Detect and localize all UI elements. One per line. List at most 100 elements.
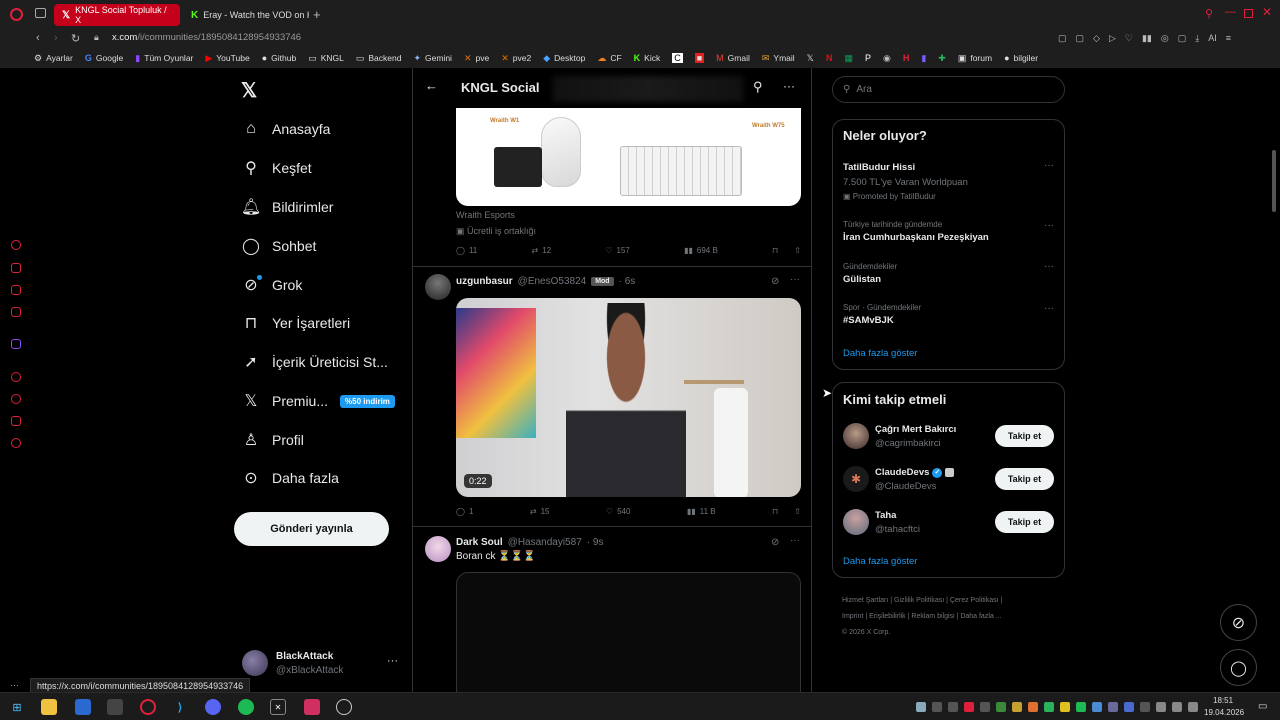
more-options-icon[interactable]: ··· — [783, 79, 795, 93]
x-logo-icon[interactable]: 𝕏 — [241, 78, 257, 103]
tray-icon[interactable] — [1012, 702, 1022, 712]
nav-grok[interactable]: ⊘ Grok — [240, 270, 302, 300]
back-arrow-icon[interactable]: ← — [425, 78, 438, 93]
bookmark-backend[interactable]: ▭ Backend — [356, 53, 402, 64]
author-name[interactable]: Dark Soul — [456, 537, 503, 548]
new-tab-button[interactable]: + — [313, 7, 321, 22]
tab-kick-vod[interactable]: K Eray - Watch the VOD on K — [183, 4, 309, 26]
minimize-button[interactable]: — — [1225, 6, 1236, 18]
trend-item[interactable]: Gündemdekiler Gülistan — [843, 262, 897, 285]
follow-name[interactable]: Taha — [875, 510, 896, 521]
views-button[interactable]: ▮▮ 694 B — [684, 246, 718, 255]
bookmark-unnamed-3[interactable]: P — [865, 53, 871, 63]
footer-link[interactable]: Çerez Politikası — [950, 597, 999, 604]
search-tabs-icon[interactable]: ⚲ — [1205, 7, 1213, 20]
show-more-follow-link[interactable]: Daha fazla göster — [843, 556, 917, 567]
reply-button[interactable]: ◯ 11 — [456, 246, 477, 255]
retweet-button[interactable]: ⇄ 15 — [530, 507, 550, 516]
app-icon[interactable] — [75, 699, 91, 715]
wallet-icon[interactable] — [11, 263, 21, 273]
wifi-icon[interactable] — [1156, 702, 1166, 712]
trend-more-icon[interactable]: ··· — [1044, 220, 1054, 231]
grok-icon[interactable]: ⊘ — [771, 537, 779, 548]
tweet-time[interactable]: · 9s — [587, 537, 604, 548]
bookmark-youtube[interactable]: ▶ YouTube — [205, 53, 249, 64]
wallet-icon[interactable]: ▢ — [1178, 33, 1187, 44]
easy-setup-icon[interactable]: ◎ — [1161, 33, 1169, 44]
trend-more-icon[interactable]: ··· — [1044, 160, 1054, 171]
footer-link[interactable]: Gizlilik Politikası — [894, 597, 944, 604]
footer-link[interactable]: Daha fazla ... — [960, 613, 1001, 620]
vscode-icon[interactable]: ⟩ — [172, 699, 188, 715]
opera-icon[interactable] — [140, 699, 156, 715]
stats-icon[interactable]: ▮▮ — [1142, 33, 1152, 44]
aria-ai-icon[interactable]: AI — [1208, 33, 1217, 44]
tray-icon[interactable] — [996, 702, 1006, 712]
account-switcher[interactable]: BlackAttack @xBlackAttack ··· — [242, 650, 402, 678]
nav-premium[interactable]: 𝕏 Premiu... %50 indirim — [240, 386, 395, 416]
app-icon[interactable] — [304, 699, 320, 715]
nav-home[interactable]: ⌂ Anasayfa — [240, 114, 330, 144]
nav-chat[interactable]: ◯ Sohbet — [240, 231, 316, 261]
bookmark-github[interactable]: ● Github — [262, 53, 296, 63]
bookmark-forum[interactable]: ▣ forum — [958, 53, 992, 64]
player-icon[interactable] — [11, 372, 21, 382]
bookmark-bilgiler[interactable]: ● bilgiler — [1004, 53, 1038, 63]
retweet-button[interactable]: ⇄ 12 — [531, 246, 551, 255]
history-icon[interactable] — [11, 394, 21, 404]
volume-icon[interactable] — [1172, 702, 1182, 712]
tray-icon[interactable] — [1060, 702, 1070, 712]
tray-icon[interactable] — [1044, 702, 1054, 712]
avatar[interactable] — [425, 274, 451, 300]
aria-icon[interactable] — [11, 240, 21, 250]
views-button[interactable]: ▮▮ 11 B — [687, 507, 716, 516]
author-name[interactable]: uzgunbasur — [456, 276, 513, 287]
bookmark-unnamed-5[interactable]: H — [903, 53, 910, 63]
snapshot-icon[interactable]: ▢ — [1076, 33, 1085, 44]
bookmark-cf[interactable]: ☁ CF — [597, 53, 621, 64]
tray-icon[interactable] — [964, 702, 974, 712]
tray-icon[interactable] — [1108, 702, 1118, 712]
bookmark-ymail[interactable]: ✉ Ymail — [762, 53, 795, 64]
bookmark-gmail[interactable]: M Gmail — [716, 53, 750, 63]
ad-media-image[interactable]: Wraith W1 Wraith W75 — [456, 104, 801, 206]
tray-icon[interactable] — [916, 702, 926, 712]
notification-icon[interactable]: ▭ — [1258, 701, 1267, 712]
video-player[interactable]: 0:22 — [456, 298, 801, 497]
bookmark-button[interactable]: ⊓ ⇧ — [772, 246, 801, 255]
bookmark-desktop[interactable]: ◆ Desktop — [543, 53, 585, 64]
grok-floating-button[interactable]: ⊘ — [1220, 604, 1257, 641]
bookmark-tum-oyunlar[interactable]: ▮ Tüm Oyunlar — [135, 53, 193, 64]
opera-logo-icon[interactable] — [10, 8, 23, 21]
clock-date[interactable]: 19.04.2026 — [1204, 708, 1244, 717]
footer-link[interactable]: Imprint — [842, 613, 863, 620]
play-icon[interactable]: ▷ — [1109, 33, 1116, 44]
bookmark-gemini[interactable]: ✦ Gemini — [413, 53, 451, 64]
bookmark-kick[interactable]: K Kick — [634, 53, 661, 63]
bookmark-netflix[interactable]: N — [826, 53, 833, 63]
tray-icon[interactable] — [932, 702, 942, 712]
footer-link[interactable]: Erişilebilirlik — [869, 613, 906, 620]
avatar[interactable] — [425, 536, 451, 562]
grok-icon[interactable]: ⊘ — [771, 276, 779, 287]
follow-button[interactable]: Takip et — [995, 468, 1054, 490]
tab-menu-icon[interactable] — [35, 8, 46, 18]
tray-icon[interactable] — [1092, 702, 1102, 712]
messages-floating-button[interactable]: ◯ — [1220, 649, 1257, 686]
app-icon[interactable] — [336, 699, 352, 715]
bookmark-unnamed-6[interactable]: ▮ — [921, 53, 926, 64]
tweet-time[interactable]: · 6s — [619, 276, 636, 287]
sidebar-more-icon[interactable]: ··· — [10, 680, 19, 690]
tray-icon[interactable] — [1140, 702, 1150, 712]
show-more-trends-link[interactable]: Daha fazla göster — [843, 348, 917, 359]
spotify-icon[interactable] — [238, 699, 254, 715]
nav-more[interactable]: ⊙ Daha fazla — [240, 463, 339, 493]
bookmark-unnamed-4[interactable]: ◉ — [883, 53, 891, 64]
scrollbar[interactable] — [1272, 150, 1276, 212]
battery-icon[interactable] — [1188, 702, 1198, 712]
back-icon[interactable]: ‹ — [36, 32, 40, 44]
trend-item[interactable]: Türkiye tarihinde gündemde İran Cumhurba… — [843, 220, 989, 243]
nav-explore[interactable]: ⚲ Keşfet — [240, 153, 312, 183]
windows-start-icon[interactable]: ⊞ — [9, 699, 25, 715]
avatar[interactable]: ✱ — [843, 466, 869, 492]
